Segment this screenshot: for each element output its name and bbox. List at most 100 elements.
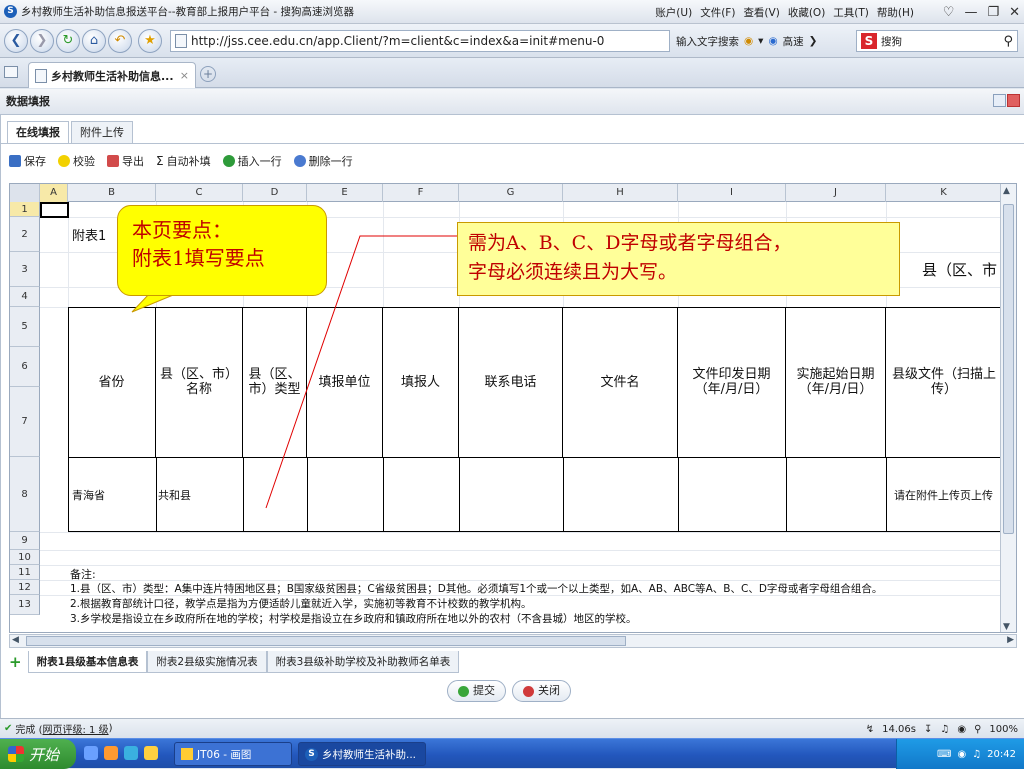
page-rating-link[interactable]: 网页评级: 1 级 — [42, 721, 108, 736]
cell-county[interactable]: 共和县 — [158, 457, 191, 532]
export-button[interactable]: 导出 — [107, 153, 144, 169]
tab-attachment-upload[interactable]: 附件上传 — [71, 121, 133, 143]
tray-keyboard-icon[interactable]: ⌨ — [937, 749, 951, 760]
sheet-tab-2[interactable]: 附表2县级实施情况表 — [147, 651, 267, 673]
refresh-button[interactable]: ↻ — [56, 29, 80, 53]
minimize-icon[interactable]: — — [964, 5, 977, 20]
column-header[interactable]: H — [563, 184, 678, 202]
quicklaunch-browser-icon[interactable] — [104, 746, 118, 760]
eye-icon[interactable]: ◉ — [957, 724, 966, 735]
clock[interactable]: 20:42 — [987, 749, 1016, 760]
autofill-button[interactable]: Σ 自动补填 — [156, 153, 211, 169]
row-header[interactable]: 13 — [10, 595, 40, 615]
browser-tab-active[interactable]: 乡村教师生活补助信息... × — [28, 62, 196, 88]
column-header[interactable]: B — [68, 184, 156, 202]
header-reporter[interactable]: 填报人 — [383, 307, 459, 457]
insert-row-button[interactable]: 插入一行 — [222, 153, 282, 169]
menu-favorites[interactable]: 收藏(O) — [788, 5, 825, 20]
menu-help[interactable]: 帮助(H) — [877, 5, 914, 20]
forward-button[interactable]: ❯ — [30, 29, 54, 53]
chevron-right-icon[interactable]: ❯ — [809, 35, 818, 47]
column-header[interactable]: J — [786, 184, 886, 202]
cell-file-upload-hint[interactable]: 请在附件上传页上传 — [894, 457, 993, 532]
delete-row-button[interactable]: 删除一行 — [293, 153, 353, 169]
dropdown-icon[interactable]: ▾ — [758, 35, 763, 47]
header-file-name[interactable]: 文件名 — [563, 307, 678, 457]
header-county-name[interactable]: 县（区、市）名称 — [156, 307, 243, 457]
row-header[interactable]: 9 — [10, 532, 40, 550]
header-start-date[interactable]: 实施起始日期（年/月/日） — [786, 307, 886, 457]
quicklaunch-sogou-icon[interactable] — [144, 746, 158, 760]
back-button[interactable]: ❮ — [4, 29, 28, 53]
address-bar[interactable]: http://jss.cee.edu.cn/app.Client/?m=clie… — [170, 30, 670, 52]
column-header[interactable]: I — [678, 184, 786, 202]
close-window-icon[interactable]: ✕ — [1009, 5, 1020, 20]
row-header[interactable]: 2 — [10, 217, 40, 252]
menu-view[interactable]: 查看(V) — [743, 5, 779, 20]
column-header[interactable]: A — [40, 184, 68, 202]
new-tab-button[interactable]: + — [200, 66, 216, 82]
panel-restore-icon[interactable] — [993, 94, 1006, 107]
volume-icon[interactable]: ♫ — [940, 724, 949, 735]
address-url[interactable]: http://jss.cee.edu.cn/app.Client/?m=clie… — [191, 34, 604, 48]
quicklaunch-ie-icon[interactable] — [124, 746, 138, 760]
sheet-title-cell[interactable]: 附表1 — [72, 217, 106, 252]
scroll-thumb[interactable] — [1003, 204, 1014, 534]
scroll-down-icon[interactable]: ▼ — [1003, 622, 1010, 632]
search-box[interactable]: S 搜狗 ⚲ — [856, 30, 1018, 52]
row-header[interactable]: 1 — [10, 202, 40, 217]
column-header[interactable]: F — [383, 184, 459, 202]
home-button[interactable]: ⌂ — [82, 29, 106, 53]
favorite-star-button[interactable]: ★ — [138, 29, 162, 53]
row-header[interactable]: 6 — [10, 347, 40, 387]
sheet-tab-3[interactable]: 附表3县级补助学校及补助教师名单表 — [266, 651, 460, 673]
row-header[interactable]: 10 — [10, 550, 40, 565]
column-header[interactable]: K — [886, 184, 1002, 202]
header-county-file[interactable]: 县级文件（扫描上传） — [886, 307, 1002, 457]
tray-volume-icon[interactable]: ♫ — [972, 749, 981, 760]
row-header[interactable]: 7 — [10, 387, 40, 457]
column-header[interactable]: G — [459, 184, 563, 202]
header-reporting-unit[interactable]: 填报单位 — [307, 307, 383, 457]
close-button[interactable]: 关闭 — [512, 680, 571, 702]
address-search-hint[interactable]: 输入文字搜索 — [676, 34, 739, 49]
start-button[interactable]: 开始 — [0, 739, 76, 769]
hscroll-thumb[interactable] — [26, 636, 626, 646]
row-header[interactable]: 12 — [10, 580, 40, 595]
row-header[interactable]: 4 — [10, 287, 40, 307]
horizontal-scrollbar[interactable]: ◀ ▶ — [9, 634, 1017, 648]
skin-icon[interactable]: ♡ — [943, 5, 955, 20]
selected-cell[interactable] — [40, 202, 69, 218]
speed-mode-label[interactable]: 高速 — [783, 34, 804, 49]
row-header[interactable]: 5 — [10, 307, 40, 347]
menu-file[interactable]: 文件(F) — [700, 5, 735, 20]
tab-online-fill[interactable]: 在线填报 — [7, 121, 69, 144]
speed-mode-icon[interactable]: ◉ — [768, 35, 777, 47]
sidebar-toggle-icon[interactable] — [4, 66, 18, 78]
task-browser[interactable]: S 乡村教师生活补助... — [298, 742, 426, 766]
sheet-tab-1[interactable]: 附表1县级基本信息表 — [27, 651, 148, 673]
header-issue-date[interactable]: 文件印发日期（年/月/日） — [678, 307, 786, 457]
tab-close-icon[interactable]: × — [180, 69, 189, 82]
menu-account[interactable]: 账户(U) — [655, 5, 692, 20]
restore-icon[interactable]: ❐ — [987, 5, 999, 20]
cell-county-type[interactable] — [246, 457, 306, 532]
panel-close-icon[interactable] — [1007, 94, 1020, 107]
task-paint[interactable]: JT06 - 画图 — [174, 742, 292, 766]
scroll-up-icon[interactable]: ▲ — [1003, 186, 1010, 196]
translate-icon[interactable]: ◉ — [744, 35, 753, 47]
scroll-right-icon[interactable]: ▶ — [1007, 635, 1014, 645]
search-icon[interactable]: ⚲ — [1003, 34, 1013, 49]
quicklaunch-app-icon[interactable] — [84, 746, 98, 760]
header-phone[interactable]: 联系电话 — [459, 307, 563, 457]
cell-province[interactable]: 青海省 — [72, 457, 105, 532]
header-county-type[interactable]: 县（区、市）类型 — [243, 307, 307, 457]
row-header[interactable]: 11 — [10, 565, 40, 580]
tray-network-icon[interactable]: ◉ — [957, 749, 966, 760]
column-header[interactable]: E — [307, 184, 383, 202]
row-header[interactable]: 8 — [10, 457, 40, 532]
column-header[interactable]: D — [243, 184, 307, 202]
column-header[interactable]: C — [156, 184, 243, 202]
download-icon[interactable]: ↧ — [924, 724, 932, 735]
select-all-corner[interactable] — [10, 184, 40, 202]
